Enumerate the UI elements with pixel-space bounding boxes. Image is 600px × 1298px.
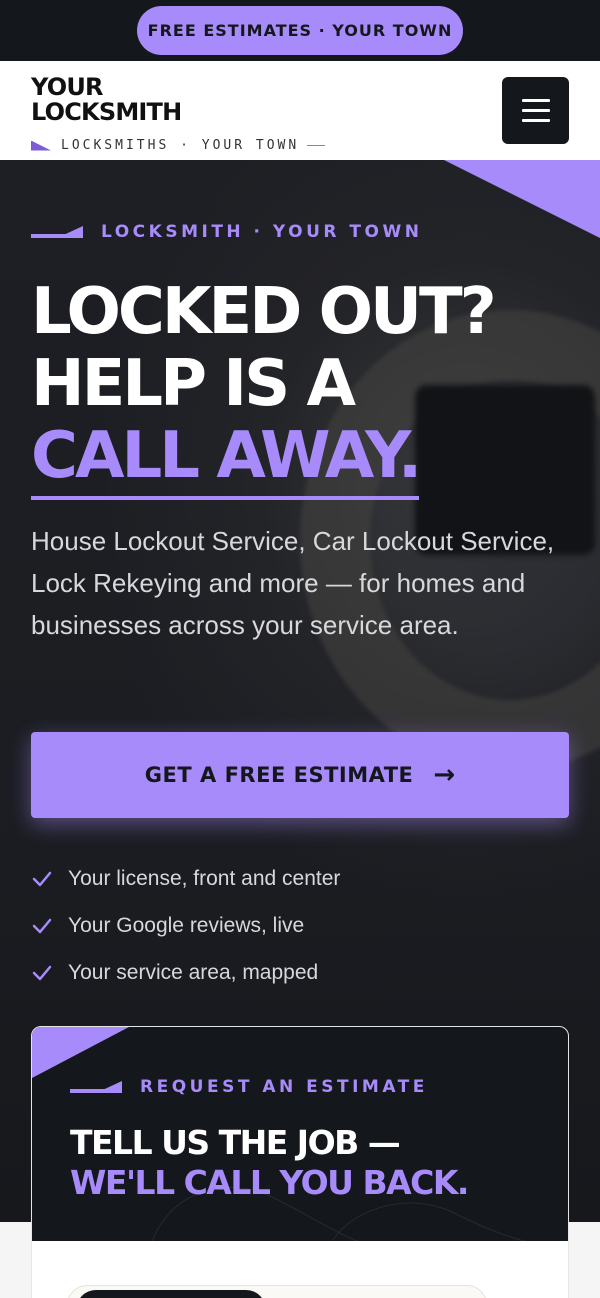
headline-accent: CALL AWAY. (31, 420, 422, 500)
estimate-form (32, 1241, 568, 1298)
feature-checklist: Your license, front and center Your Goog… (31, 855, 340, 996)
logo[interactable]: YOUR LOCKSMITH LOCKSMITHS · YOUR TOWN (31, 73, 326, 153)
headline-line-1: LOCKED OUT? (31, 275, 497, 349)
arrow-right-icon: → (433, 760, 456, 790)
logo-tagline: LOCKSMITHS · YOUR TOWN (31, 138, 326, 153)
logo-mark-icon (31, 140, 51, 151)
cta-label: GET A FREE ESTIMATE (144, 763, 414, 787)
hero-eyebrow: LOCKSMITH · YOUR TOWN (31, 222, 422, 242)
hamburger-icon-bar (521, 109, 550, 112)
card-eyebrow: REQUEST AN ESTIMATE (70, 1077, 428, 1097)
checklist-item: Your Google reviews, live (31, 902, 340, 949)
service-toggle[interactable] (67, 1285, 487, 1298)
checklist-item: Your service area, mapped (31, 949, 340, 996)
card-title-line-2: WE'LL CALL YOU BACK. (70, 1163, 469, 1202)
card-title: TELL US THE JOB — WE'LL CALL YOU BACK. (70, 1123, 469, 1203)
promo-bar: FREE ESTIMATES · YOUR TOWN (0, 0, 600, 61)
hero-corner-accent (444, 160, 600, 238)
hero-description: House Lockout Service, Car Lockout Servi… (31, 526, 555, 640)
promo-pill[interactable]: FREE ESTIMATES · YOUR TOWN (137, 6, 463, 55)
eyebrow-mark-icon (31, 226, 83, 238)
checklist-text: Your service area, mapped (68, 960, 319, 984)
logo-tagline-dash (307, 145, 326, 146)
check-icon (32, 918, 52, 933)
eyebrow-mark-icon (70, 1081, 122, 1093)
checklist-item: Your license, front and center (31, 855, 340, 902)
logo-line-2: LOCKSMITH (31, 98, 182, 126)
site-header: YOUR LOCKSMITH LOCKSMITHS · YOUR TOWN (0, 61, 600, 160)
headline-line-2: HELP IS A (31, 347, 356, 421)
card-title-line-1: TELL US THE JOB — (70, 1123, 401, 1162)
checklist-text: Your license, front and center (68, 866, 341, 890)
card-eyebrow-text: REQUEST AN ESTIMATE (140, 1077, 428, 1097)
get-estimate-button[interactable]: GET A FREE ESTIMATE → (31, 732, 569, 818)
check-icon (32, 965, 52, 980)
menu-button[interactable] (502, 77, 569, 144)
hamburger-icon-bar (521, 119, 550, 122)
logo-line-1: YOUR (31, 73, 104, 101)
estimate-card: REQUEST AN ESTIMATE TELL US THE JOB — WE… (31, 1026, 569, 1298)
hero-eyebrow-text: LOCKSMITH · YOUR TOWN (101, 222, 423, 242)
hamburger-icon-bar (521, 99, 550, 102)
logo-tagline-text: LOCKSMITHS · YOUR TOWN (61, 138, 300, 153)
checklist-text: Your Google reviews, live (68, 913, 305, 937)
service-toggle-option[interactable] (76, 1290, 266, 1298)
hero-headline: LOCKED OUT? HELP IS A CALL AWAY. (31, 275, 497, 500)
check-icon (32, 871, 52, 886)
